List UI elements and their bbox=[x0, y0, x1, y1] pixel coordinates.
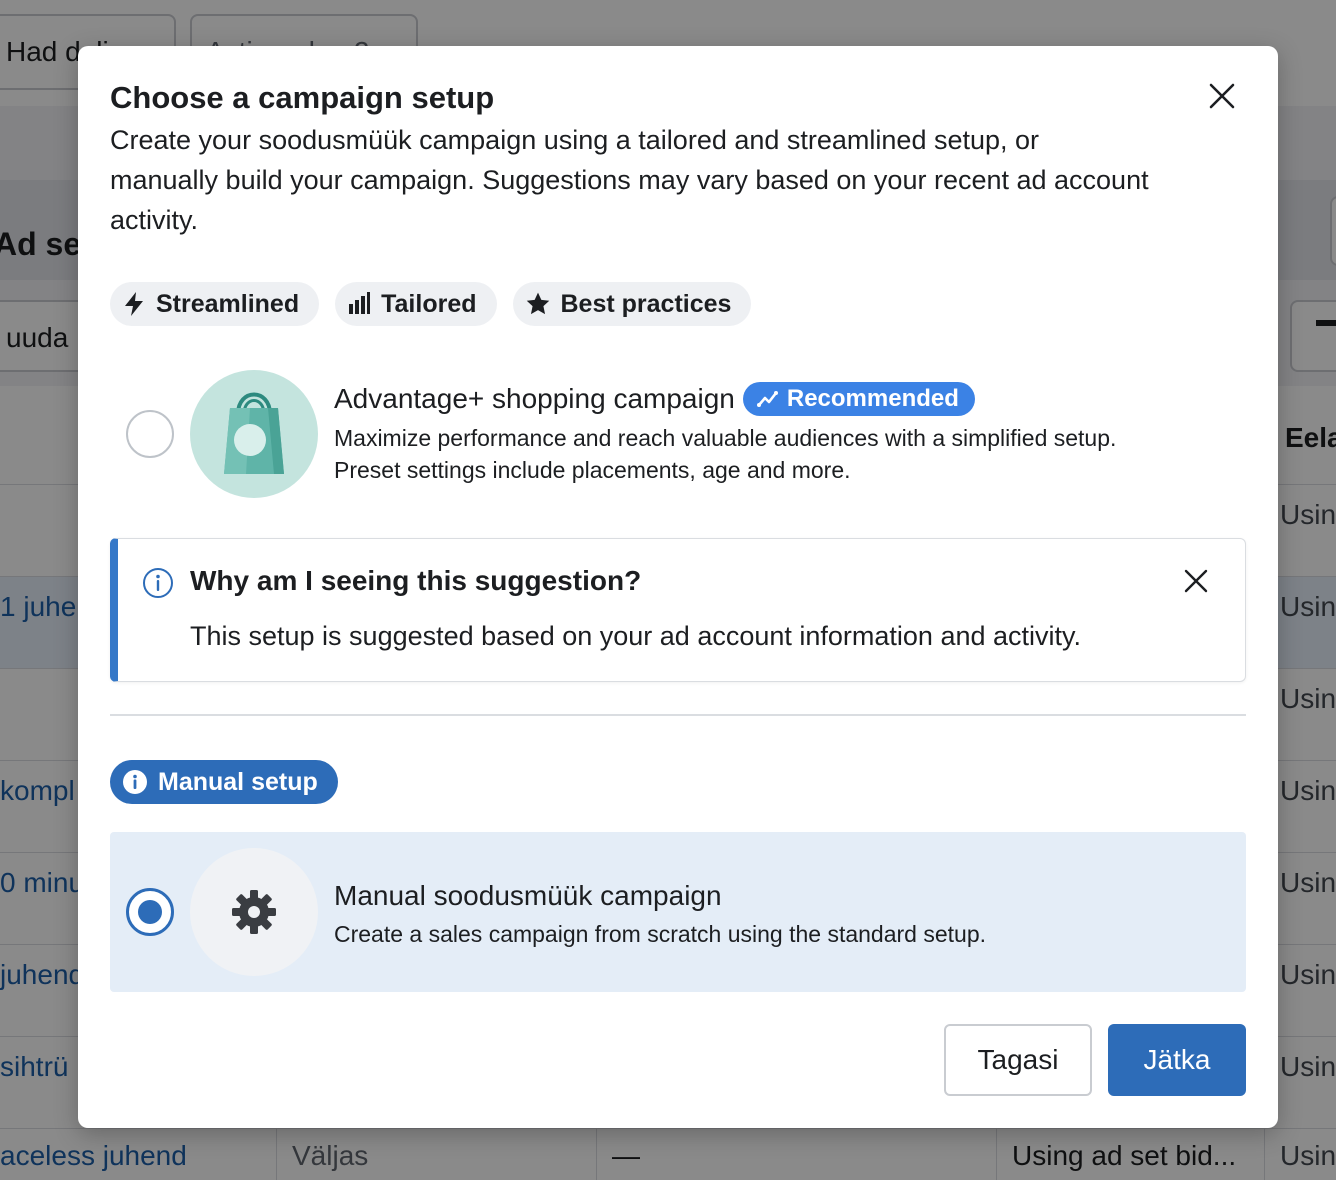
advantage-radio[interactable] bbox=[126, 410, 174, 458]
option-title-text: Manual soodusmüük campaign bbox=[334, 880, 722, 911]
trend-icon bbox=[756, 391, 778, 407]
description-line: Maximize performance and reach valuable … bbox=[334, 425, 1117, 451]
info-filled-icon bbox=[123, 770, 147, 794]
manual-title: Manual soodusmüük campaign bbox=[334, 880, 722, 912]
info-title: Why am I seeing this suggestion? bbox=[190, 565, 642, 596]
section-divider bbox=[110, 714, 1246, 716]
campaign-setup-dialog: Choose a campaign setup Create your sood… bbox=[78, 46, 1278, 1128]
manual-setup-label: Manual setup bbox=[158, 767, 318, 796]
bar-chart-icon bbox=[349, 292, 371, 314]
option-advantage-shopping[interactable]: Advantage+ shopping campaign Recommended… bbox=[110, 368, 1246, 500]
close-button[interactable] bbox=[1202, 76, 1242, 116]
manual-setup-pill: Manual setup bbox=[110, 760, 338, 804]
close-icon bbox=[1184, 569, 1208, 593]
gear-illustration bbox=[190, 848, 318, 976]
manual-description: Create a sales campaign from scratch usi… bbox=[334, 921, 987, 947]
shopping-bag-icon bbox=[224, 392, 284, 474]
chip-label: Best practices bbox=[560, 289, 732, 318]
info-close-button[interactable] bbox=[1178, 563, 1214, 599]
star-icon bbox=[526, 292, 549, 315]
chip-best-practices: Best practices bbox=[512, 282, 752, 326]
option-title-text: Advantage+ shopping campaign bbox=[334, 383, 735, 414]
gear-icon bbox=[232, 890, 276, 934]
feature-chips: Streamlined Tailored Best practices bbox=[110, 282, 752, 326]
chip-streamlined: Streamlined bbox=[110, 282, 320, 326]
back-button[interactable]: Tagasi bbox=[944, 1024, 1092, 1096]
close-icon bbox=[1209, 83, 1235, 109]
manual-radio[interactable] bbox=[126, 888, 174, 936]
shopping-bag-illustration bbox=[190, 370, 318, 498]
badge-label: Recommended bbox=[786, 385, 959, 412]
description-line: Preset settings include placements, age … bbox=[334, 457, 851, 483]
radio-selected-dot bbox=[138, 900, 162, 924]
recommended-badge: Recommended bbox=[742, 382, 975, 416]
lightning-icon bbox=[125, 292, 143, 316]
dialog-description: Create your soodusmüük campaign using a … bbox=[110, 125, 1149, 235]
suggestion-info-box: Why am I seeing this suggestion? This se… bbox=[110, 538, 1246, 682]
chip-label: Streamlined bbox=[156, 289, 300, 318]
advantage-title: Advantage+ shopping campaign Recommended bbox=[334, 382, 975, 416]
chip-tailored: Tailored bbox=[335, 282, 497, 326]
chip-label: Tailored bbox=[381, 289, 477, 318]
info-text: This setup is suggested based on your ad… bbox=[190, 621, 1082, 651]
option-manual-campaign[interactable]: Manual soodusmüük campaign Create a sale… bbox=[110, 832, 1246, 992]
continue-button[interactable]: Jätka bbox=[1108, 1024, 1246, 1096]
info-icon bbox=[143, 568, 173, 598]
advantage-description: Maximize performance and reach valuable … bbox=[334, 422, 1234, 486]
dialog-title: Choose a campaign setup bbox=[110, 80, 495, 115]
